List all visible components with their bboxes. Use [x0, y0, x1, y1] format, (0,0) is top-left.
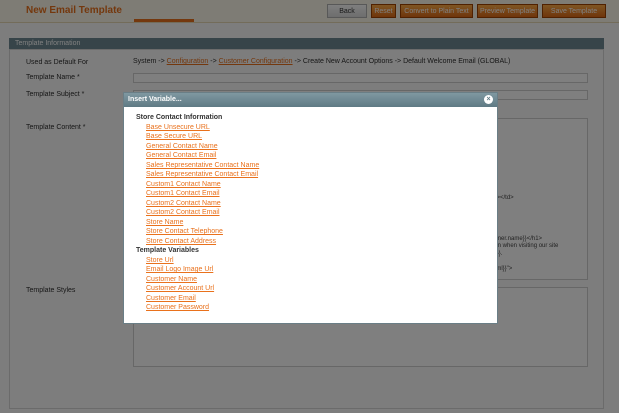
- variable-link[interactable]: Store Name: [146, 219, 183, 226]
- variable-link[interactable]: Base Unsecure URL: [146, 124, 210, 131]
- variable-link[interactable]: Sales Representative Contact Name: [146, 162, 259, 169]
- variable-link[interactable]: General Contact Email: [146, 152, 216, 159]
- dialog-title: Insert Variable...: [128, 96, 182, 103]
- variable-link[interactable]: General Contact Name: [146, 143, 218, 150]
- variable-link[interactable]: Custom1 Contact Name: [146, 181, 221, 188]
- dialog-header: Insert Variable... ×: [124, 93, 497, 107]
- variable-link[interactable]: Customer Name: [146, 276, 197, 283]
- variable-link[interactable]: Custom2 Contact Name: [146, 200, 221, 207]
- insert-variable-dialog: Insert Variable... × Store Contact Infor…: [123, 92, 498, 324]
- variable-link[interactable]: Store Url: [146, 257, 174, 264]
- group-title-store-contact: Store Contact Information: [136, 114, 223, 121]
- variable-link[interactable]: Email Logo Image Url: [146, 266, 213, 273]
- variable-link[interactable]: Custom1 Contact Email: [146, 190, 220, 197]
- variable-link[interactable]: Customer Account Url: [146, 285, 214, 292]
- variable-link[interactable]: Base Secure URL: [146, 133, 202, 140]
- variable-link[interactable]: Sales Representative Contact Email: [146, 171, 258, 178]
- variable-link[interactable]: Customer Password: [146, 304, 209, 311]
- variable-link[interactable]: Custom2 Contact Email: [146, 209, 220, 216]
- group-title-template-variables: Template Variables: [136, 247, 199, 254]
- variable-link[interactable]: Store Contact Telephone: [146, 228, 223, 235]
- close-icon[interactable]: ×: [484, 95, 493, 104]
- variable-link[interactable]: Customer Email: [146, 295, 196, 302]
- variable-link[interactable]: Store Contact Address: [146, 238, 216, 245]
